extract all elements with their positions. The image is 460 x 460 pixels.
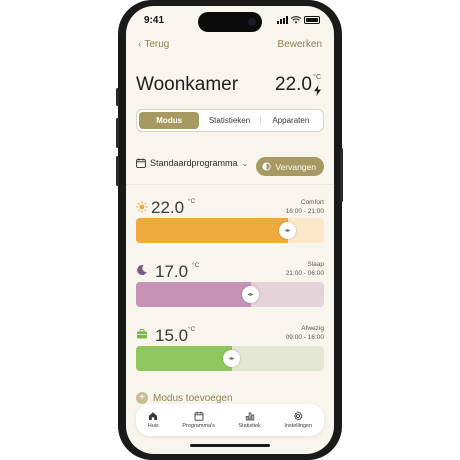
comfort-temperature: 22.0 <box>151 198 185 217</box>
bar-chart-icon <box>245 412 254 421</box>
edit-button[interactable]: Bewerken <box>278 39 322 50</box>
tabbar-label-instellingen: Instellingen <box>284 423 313 429</box>
phone-power-button <box>340 148 343 202</box>
page-title: Woonkamer <box>136 74 239 95</box>
away-temperature: 15.0 <box>155 326 189 345</box>
away-mode-name: Afwezig <box>301 325 324 332</box>
sleep-mode-name: Slaap <box>307 261 324 268</box>
room-temperature: 22.0 <box>275 74 312 95</box>
sleep-temperature: 17.0 <box>155 262 189 281</box>
status-time: 9:41 <box>144 15 165 26</box>
chevron-down-icon: ⌄ <box>241 158 249 168</box>
home-icon <box>149 412 158 420</box>
back-button[interactable]: ‹ Terug <box>138 39 169 50</box>
gear-icon <box>294 411 303 421</box>
sleep-slider[interactable]: ◂▸ <box>136 282 324 307</box>
comfort-slider-fill <box>136 218 288 243</box>
tabbar-item-huis[interactable]: Huis <box>148 411 159 429</box>
sleep-mode-time: 21:00 - 06:00 <box>285 270 324 277</box>
away-unit: °C <box>188 326 196 333</box>
sleep-slider-handle[interactable]: ◂▸ <box>242 286 259 303</box>
section-divider <box>126 184 334 185</box>
room-temperature-unit: °C <box>313 74 321 81</box>
comfort-unit: °C <box>188 198 196 205</box>
comfort-slider[interactable]: ◂▸ <box>136 218 324 243</box>
replace-label: Vervangen <box>275 161 316 172</box>
chevron-left-icon: ‹ <box>138 39 142 50</box>
tabbar-item-statistiek[interactable]: Statistiek <box>238 411 261 429</box>
status-icons <box>277 16 320 24</box>
sleep-slider-fill <box>136 282 251 307</box>
calendar-icon <box>136 158 146 168</box>
tabbar-item-programmas[interactable]: Programma's <box>182 411 215 429</box>
replace-button[interactable]: Vervangen <box>256 157 324 176</box>
segmented-tabs: Modus Statistieken Apparaten <box>136 109 324 132</box>
away-slider[interactable]: ◂▸ <box>136 346 324 371</box>
phone-volume-down <box>116 156 119 186</box>
tab-modus[interactable]: Modus <box>139 112 200 129</box>
heating-bolt-icon <box>314 85 321 96</box>
back-label: Terug <box>144 39 170 50</box>
comfort-mode-time: 16:00 - 21:00 <box>285 208 324 215</box>
sun-icon <box>136 201 148 213</box>
plus-icon: + <box>136 392 148 404</box>
away-slider-fill <box>136 346 232 371</box>
half-circle-icon <box>262 162 271 171</box>
tabbar-label-programmas: Programma's <box>182 423 215 429</box>
tabbar-label-huis: Huis <box>147 423 159 429</box>
phone-side-button <box>116 88 119 106</box>
app-screen: 9:41 ‹ Terug Bewerken Woonkamer 22.0 °C … <box>126 6 334 454</box>
moon-icon <box>137 265 147 276</box>
program-selector[interactable]: Standaardprogramma ⌄ <box>136 158 248 168</box>
tab-statistieken[interactable]: Statistieken <box>199 112 259 129</box>
wifi-icon <box>291 16 301 24</box>
away-slider-handle[interactable]: ◂▸ <box>223 350 240 367</box>
dynamic-island <box>198 12 262 32</box>
comfort-mode-name: Comfort <box>300 199 324 206</box>
cellular-signal-icon <box>277 16 288 24</box>
battery-icon <box>304 16 320 24</box>
add-mode-label: Modus toevoegen <box>153 392 233 404</box>
add-mode-button[interactable]: + Modus toevoegen <box>136 392 233 404</box>
tab-apparaten[interactable]: Apparaten <box>261 112 321 129</box>
bottom-tab-bar: Huis Programma's Statistiek Instellingen <box>136 404 324 436</box>
tabbar-label-statistiek: Statistiek <box>238 423 261 429</box>
comfort-slider-handle[interactable]: ◂▸ <box>279 222 296 239</box>
home-indicator <box>190 444 270 447</box>
tabbar-item-instellingen[interactable]: Instellingen <box>284 411 312 429</box>
calendar-icon <box>194 411 204 421</box>
briefcase-icon <box>137 329 147 339</box>
away-mode-time: 09:00 - 16:00 <box>285 334 324 341</box>
phone-volume-up <box>116 118 119 148</box>
program-name: Standaardprogramma <box>150 158 238 168</box>
sleep-unit: °C <box>192 262 200 269</box>
